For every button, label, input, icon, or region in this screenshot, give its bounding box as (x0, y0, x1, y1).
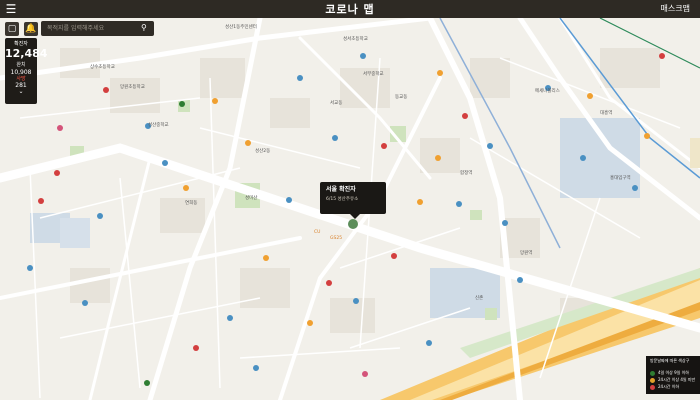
map-label: 신촌 (475, 296, 484, 301)
map-label: 서부중학교 (363, 72, 384, 77)
yellow-dot-icon (650, 377, 655, 383)
green-dot-icon (650, 370, 655, 376)
legend-item: 4일 이상 9일 이하 (650, 370, 689, 376)
app-title: 코로나 맵 (325, 3, 375, 16)
map-label: GS25 (330, 236, 343, 241)
recovered-label: 완치 (16, 62, 26, 68)
mask-map-link[interactable]: 매스크맵 (661, 3, 690, 14)
stats-panel: 확진자 12,484 완치 10,908 사망 281 ⌄ (5, 38, 48, 104)
chevron-down-icon[interactable]: ⌄ (5, 89, 37, 95)
legend-title: 방문날짜에 따른 색상구 (650, 358, 690, 363)
legend-item: 24시간 이상 4일 미만 (650, 377, 695, 383)
red-dot-icon (650, 384, 655, 390)
map-label: 연희동 (185, 201, 198, 206)
map-label: CU (314, 230, 321, 235)
bell-icon[interactable]: 🔔 (24, 22, 38, 36)
popup-title: 서울 확진자 (326, 186, 356, 193)
search-bar[interactable]: ⚲ (41, 21, 154, 36)
map-label: 성산1동주민센터 (225, 25, 257, 30)
map-label: 대흥역 (600, 111, 613, 116)
map-label: 서교동 (330, 101, 343, 106)
legend-panel: 방문날짜에 따른 색상구 4일 이상 9일 이하 24시간 이상 4일 미만 2… (646, 356, 700, 394)
map-label: 망원역 (520, 251, 533, 256)
map-label: 메세나폴리스 (535, 89, 560, 94)
search-input[interactable] (47, 22, 139, 34)
legend-item: 24시간 이하 (650, 384, 679, 390)
case-popup[interactable]: 서울 확진자 6/15 성산주유소 (320, 182, 386, 219)
legend-label: 4일 이상 9일 이하 (658, 370, 689, 375)
square-icon[interactable]: ▢ (5, 22, 19, 36)
top-bar: ☰ 코로나 맵 매스크맵 (0, 0, 700, 18)
map-label: 망원초등학교 (120, 85, 145, 90)
map-label: 성산2동 (255, 149, 271, 154)
popup-detail: 6/15 성산주유소 (326, 197, 359, 202)
map-label: 성산중학교 (148, 123, 169, 128)
map-label: 홍대입구역 (610, 176, 631, 181)
legend-label: 24시간 이상 4일 미만 (658, 377, 696, 382)
search-icon[interactable]: ⚲ (141, 23, 150, 32)
recovered-value: 10,908 (10, 69, 32, 76)
map-label: 성서초등학교 (343, 37, 368, 42)
confirmed-value: 12,484 (5, 47, 48, 60)
legend-label: 24시간 이하 (658, 384, 680, 389)
map-label: 상수초등학교 (90, 65, 115, 70)
map-label: 합정역 (460, 171, 473, 176)
map-label: 동교동 (395, 95, 408, 100)
map-label: 성미산 (245, 196, 258, 201)
popup-arrow (350, 214, 360, 219)
